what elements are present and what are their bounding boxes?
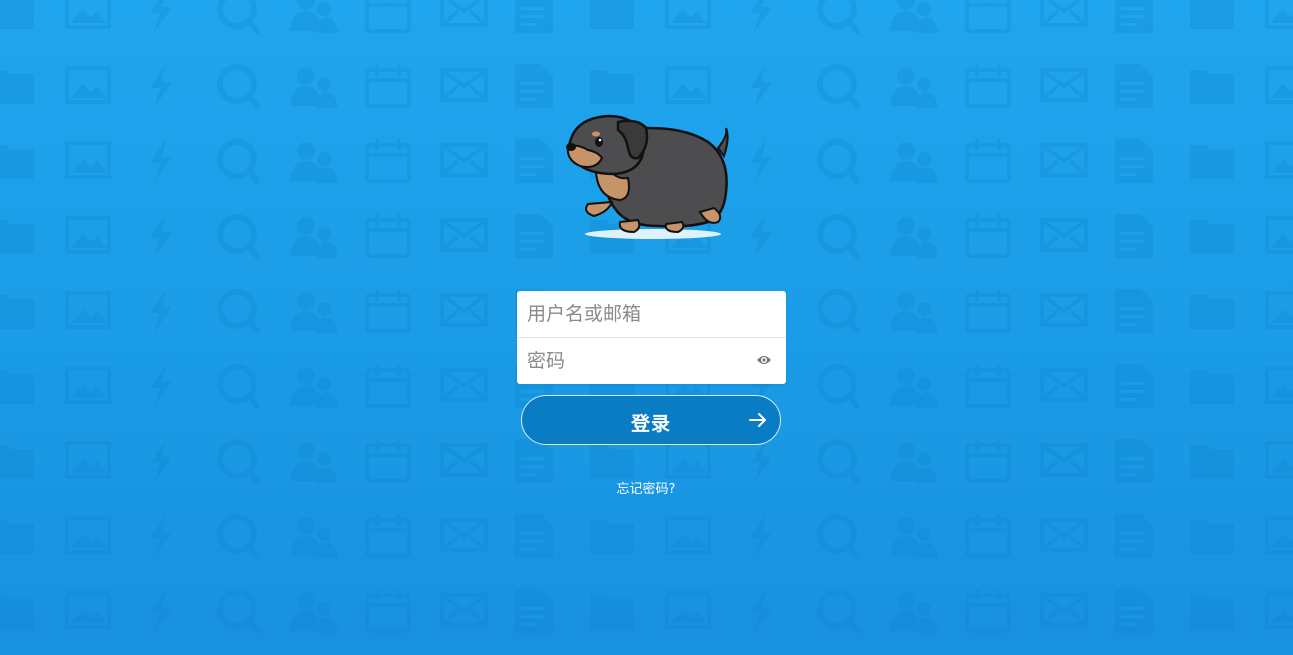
username-input[interactable]: [517, 291, 786, 337]
login-page: 登录 忘记密码?: [0, 0, 1293, 655]
arrow-right-icon: [749, 413, 766, 427]
forgot-password-link[interactable]: 忘记密码?: [546, 478, 746, 497]
password-input[interactable]: [517, 338, 786, 384]
login-button-label: 登录: [630, 413, 671, 435]
eye-icon[interactable]: [756, 353, 772, 367]
login-form: [517, 291, 786, 384]
login-button[interactable]: 登录: [521, 395, 781, 445]
password-field-row: [517, 337, 786, 384]
rottweiler-dog-icon: [566, 114, 729, 239]
username-field-row: [517, 291, 786, 337]
